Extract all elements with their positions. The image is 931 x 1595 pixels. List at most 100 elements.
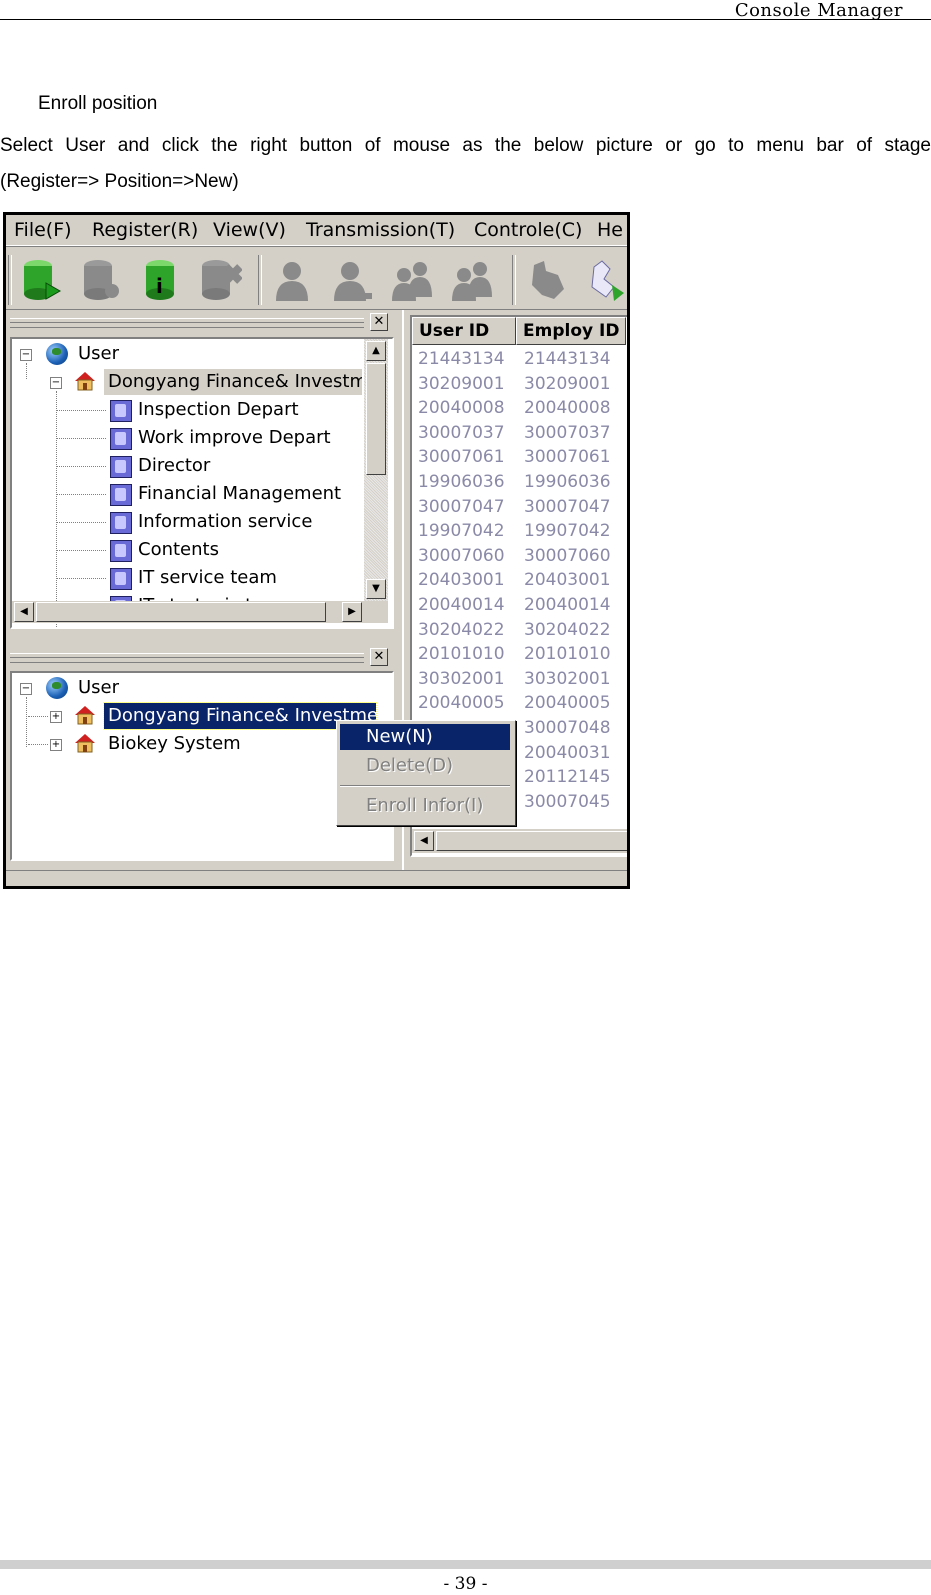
context-menu: New(N) Delete(D) Enroll Infor(I) [336, 720, 516, 826]
menu-view[interactable]: View(V) [213, 219, 286, 241]
expand-icon[interactable]: + [50, 739, 62, 751]
scroll-thumb[interactable] [436, 831, 627, 851]
collapse-icon[interactable]: − [20, 349, 32, 361]
tree-node-user[interactable]: − User [20, 341, 320, 367]
scroll-thumb[interactable] [366, 363, 386, 475]
hand-download-icon[interactable] [584, 257, 628, 303]
close-pane-button[interactable]: ✕ [370, 313, 388, 331]
cell-employ-id[interactable]: 30007060 [524, 544, 611, 568]
cell-employ-id[interactable]: 30302001 [524, 667, 611, 691]
cell-employ-id[interactable]: 30204022 [524, 618, 611, 642]
pane-grip[interactable] [10, 653, 364, 663]
tree-node-company[interactable]: + Biokey System [28, 731, 350, 757]
cell-employ-id[interactable]: 20040031 [524, 741, 611, 765]
cell-user-id[interactable]: 21443134 [418, 347, 505, 371]
tree-node-label: Director [138, 455, 211, 476]
cell-employ-id[interactable]: 30007037 [524, 421, 611, 445]
group-icon[interactable] [390, 257, 434, 303]
scroll-up-arrow-icon[interactable]: ▲ [366, 341, 386, 361]
cell-user-id[interactable]: 19907042 [418, 519, 505, 543]
top-user-tree: − User − Dongyang Finance& Investmen Ins… [10, 337, 394, 629]
column-header-employ-id[interactable]: Employ ID [516, 317, 626, 345]
cell-employ-id[interactable]: 30209001 [524, 372, 611, 396]
context-menu-enroll-info[interactable]: Enroll Infor(I) [340, 793, 510, 819]
user-db-add-icon[interactable] [20, 257, 64, 303]
cell-user-id[interactable]: 20403001 [418, 568, 505, 592]
tree-line [28, 716, 48, 717]
scroll-right-arrow-icon[interactable]: ▶ [342, 602, 362, 622]
expand-icon[interactable]: + [50, 711, 62, 723]
cell-user-id[interactable]: 30209001 [418, 372, 505, 396]
cell-user-id[interactable]: 20101010 [418, 642, 505, 666]
cell-employ-id[interactable]: 30007047 [524, 495, 611, 519]
menu-help[interactable]: He [597, 219, 623, 241]
transfer-icon[interactable] [524, 257, 568, 303]
cell-employ-id[interactable]: 19907042 [524, 519, 611, 543]
cell-employ-id[interactable]: 20040014 [524, 593, 611, 617]
tree-node-label: User [78, 677, 120, 698]
close-pane-button[interactable]: ✕ [370, 648, 388, 666]
person-icon[interactable] [272, 257, 316, 303]
context-menu-delete[interactable]: Delete(D) [340, 753, 510, 779]
tree-line [56, 466, 106, 467]
scroll-thumb[interactable] [36, 602, 326, 622]
person-edit-icon[interactable] [330, 257, 374, 303]
toolbar-separator [258, 255, 262, 305]
toolbar-separator [512, 255, 516, 305]
cell-employ-id[interactable]: 21443134 [524, 347, 611, 371]
header-rule [0, 19, 931, 20]
menu-controle[interactable]: Controle(C) [474, 219, 582, 241]
cell-user-id[interactable]: 20040008 [418, 396, 505, 420]
user-db-icon[interactable] [80, 257, 124, 303]
cell-user-id[interactable]: 19906036 [418, 470, 505, 494]
user-db-delete-icon[interactable] [198, 257, 242, 303]
page-number: - 39 - [443, 1574, 488, 1594]
collapse-icon[interactable]: − [50, 377, 62, 389]
scroll-down-arrow-icon[interactable]: ▼ [366, 579, 386, 599]
tree-node-label: Information service [138, 511, 313, 532]
menu-transmission[interactable]: Transmission(T) [306, 219, 455, 241]
tree-node-company[interactable]: − Dongyang Finance& Investmen [50, 369, 370, 395]
cell-user-id[interactable]: 30007060 [418, 544, 505, 568]
cell-user-id[interactable]: 20040005 [418, 691, 505, 715]
tree-node-user[interactable]: − User [20, 675, 320, 701]
cell-user-id[interactable]: 30204022 [418, 618, 505, 642]
cell-employ-id[interactable]: 19906036 [524, 470, 611, 494]
menu-file[interactable]: File(F) [14, 219, 72, 241]
collapse-icon[interactable]: − [20, 683, 32, 695]
horizontal-scrollbar[interactable]: ◀ [412, 829, 627, 853]
vertical-scrollbar[interactable]: ▲ ▼ [364, 339, 388, 601]
tree-line [26, 697, 27, 747]
cell-user-id[interactable]: 20040014 [418, 593, 505, 617]
tree-line [56, 550, 106, 551]
tree-line [56, 391, 57, 627]
tree-node-label: Inspection Depart [138, 399, 299, 420]
context-menu-new[interactable]: New(N) [340, 724, 510, 750]
cell-employ-id[interactable]: 20040005 [524, 691, 611, 715]
cell-employ-id[interactable]: 20112145 [524, 765, 611, 789]
cell-employ-id[interactable]: 20040008 [524, 396, 611, 420]
column-header-user-id[interactable]: User ID [412, 317, 516, 345]
cell-user-id[interactable]: 30007037 [418, 421, 505, 445]
document-header-title: Console Manager [734, 0, 903, 21]
menu-register[interactable]: Register(R) [92, 219, 198, 241]
cell-employ-id[interactable]: 30007045 [524, 790, 611, 814]
tree-line [28, 744, 48, 745]
scroll-left-arrow-icon[interactable]: ◀ [414, 831, 434, 851]
department-icon [110, 568, 132, 590]
horizontal-scrollbar[interactable]: ◀ ▶ [12, 601, 388, 623]
user-db-info-icon[interactable]: i [140, 257, 184, 303]
tree-node-label: Dongyang Finance& Investmen [104, 369, 362, 395]
instruction-paragraph: Select User and click the right button o… [0, 135, 931, 156]
cell-employ-id[interactable]: 20403001 [524, 568, 611, 592]
cell-employ-id[interactable]: 30007048 [524, 716, 611, 740]
cell-employ-id[interactable]: 30007061 [524, 445, 611, 469]
cell-user-id[interactable]: 30302001 [418, 667, 505, 691]
cell-employ-id[interactable]: 20101010 [524, 642, 611, 666]
cell-user-id[interactable]: 30007061 [418, 445, 505, 469]
scroll-left-arrow-icon[interactable]: ◀ [14, 602, 34, 622]
cell-user-id[interactable]: 30007047 [418, 495, 505, 519]
group-edit-icon[interactable] [450, 257, 494, 303]
house-icon [75, 734, 95, 753]
pane-grip[interactable] [10, 318, 364, 328]
